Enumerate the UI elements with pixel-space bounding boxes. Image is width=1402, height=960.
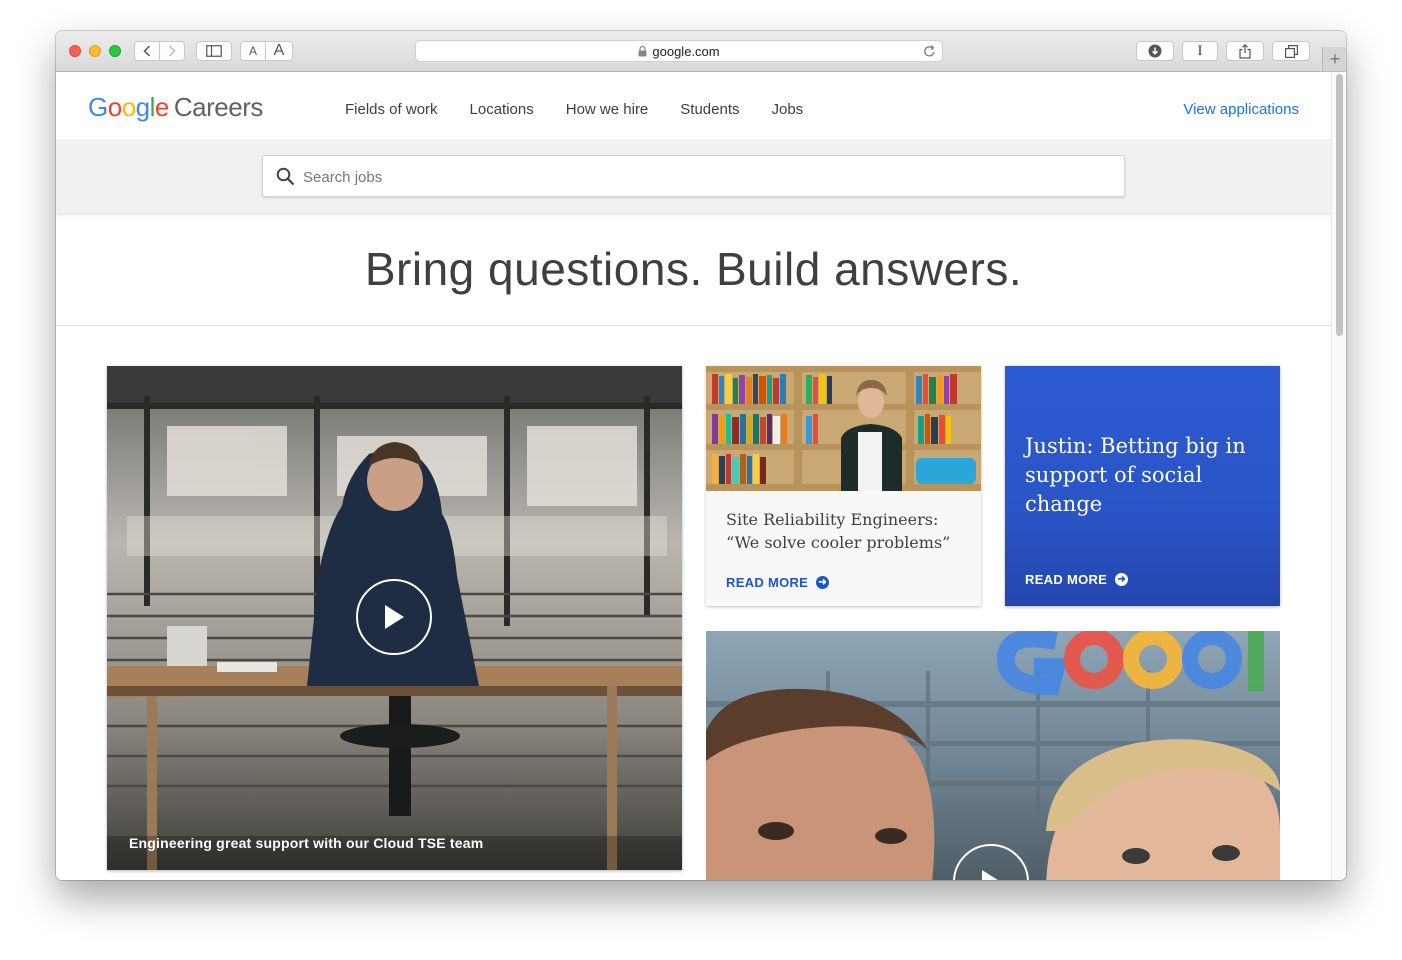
search-box[interactable] bbox=[262, 155, 1125, 198]
google-wordmark: Google bbox=[88, 92, 169, 122]
plus-icon: + bbox=[1329, 48, 1341, 69]
back-button[interactable] bbox=[134, 41, 160, 61]
video-caption: Engineering great support with our Cloud… bbox=[129, 835, 484, 851]
nav-locations[interactable]: Locations bbox=[470, 101, 534, 118]
justin-story-card[interactable]: Justin: Betting big in support of social… bbox=[1005, 366, 1280, 606]
search-icon bbox=[276, 167, 295, 186]
sre-read-more-label: READ MORE bbox=[726, 575, 809, 590]
main-nav: Fields of work Locations How we hire Stu… bbox=[345, 101, 835, 118]
share-icon bbox=[1239, 43, 1251, 59]
selfie-video-thumbnail bbox=[706, 631, 1280, 880]
sidebar-icon bbox=[206, 45, 222, 57]
sre-photo bbox=[706, 366, 981, 491]
arrow-circle-right-icon: ➜ bbox=[816, 576, 830, 589]
justin-read-more-label: READ MORE bbox=[1025, 572, 1108, 587]
scrollbar-thumb[interactable] bbox=[1336, 74, 1343, 336]
page-scrollbar[interactable] bbox=[1331, 72, 1346, 880]
search-band bbox=[56, 139, 1331, 213]
close-window-button[interactable] bbox=[69, 45, 81, 57]
browser-toolbar: A A google.com I bbox=[56, 31, 1346, 72]
sre-title: Site Reliability Engineers: “We solve co… bbox=[726, 510, 951, 552]
share-button[interactable] bbox=[1226, 41, 1264, 61]
reload-icon[interactable] bbox=[923, 45, 936, 58]
text-smaller-button[interactable]: A bbox=[240, 41, 266, 61]
play-icon bbox=[385, 605, 404, 629]
nav-jobs[interactable]: Jobs bbox=[772, 101, 804, 118]
google-careers-logo[interactable]: Google Careers bbox=[88, 92, 263, 123]
reader-button[interactable]: I bbox=[1182, 41, 1218, 61]
new-tab-button[interactable]: + bbox=[1322, 47, 1346, 71]
play-button[interactable] bbox=[356, 579, 432, 655]
justin-read-more[interactable]: READ MORE ➜ bbox=[1025, 572, 1129, 587]
justin-title: Justin: Betting big in support of social… bbox=[1025, 434, 1246, 516]
download-icon bbox=[1148, 44, 1162, 58]
address-bar[interactable]: google.com bbox=[415, 40, 943, 62]
video-card-cloud-tse[interactable]: Engineering great support with our Cloud… bbox=[107, 366, 682, 870]
bookshelf-photo bbox=[706, 366, 981, 491]
minimize-window-button[interactable] bbox=[89, 45, 101, 57]
site-header: Google Careers Fields of work Locations … bbox=[56, 72, 1331, 139]
forward-chevron-icon bbox=[168, 45, 176, 57]
hero-title: Bring questions. Build answers. bbox=[364, 243, 1023, 295]
sre-read-more[interactable]: READ MORE ➜ bbox=[726, 575, 830, 590]
reader-icon: I bbox=[1197, 42, 1203, 59]
url-text: google.com bbox=[652, 43, 720, 59]
small-a-glyph: A bbox=[248, 44, 257, 58]
search-input[interactable] bbox=[301, 156, 1105, 198]
big-a-glyph: A bbox=[273, 42, 285, 59]
nav-students[interactable]: Students bbox=[680, 101, 739, 118]
nav-how-we-hire[interactable]: How we hire bbox=[566, 101, 649, 118]
view-applications-link[interactable]: View applications bbox=[1183, 101, 1299, 118]
play-icon bbox=[982, 870, 998, 880]
tabs-overview-button[interactable] bbox=[1272, 41, 1310, 61]
sre-story-card[interactable]: Site Reliability Engineers: “We solve co… bbox=[706, 366, 981, 606]
lock-icon bbox=[638, 45, 647, 56]
arrow-circle-right-icon: ➜ bbox=[1115, 573, 1129, 586]
tabs-icon bbox=[1284, 44, 1298, 58]
zoom-window-button[interactable] bbox=[109, 45, 121, 57]
nav-fields-of-work[interactable]: Fields of work bbox=[345, 101, 438, 118]
sidebar-button[interactable] bbox=[196, 41, 232, 61]
careers-wordmark: Careers bbox=[173, 92, 263, 122]
text-bigger-button[interactable]: A bbox=[265, 41, 293, 61]
back-chevron-icon bbox=[143, 45, 151, 57]
browser-window: A A google.com I + Google Careers Fields… bbox=[56, 31, 1346, 880]
selfie-video-card[interactable] bbox=[706, 631, 1280, 880]
downloads-button[interactable] bbox=[1136, 41, 1174, 61]
hero-section: Bring questions. Build answers. bbox=[56, 214, 1331, 326]
page-viewport: Google Careers Fields of work Locations … bbox=[56, 72, 1331, 880]
forward-button[interactable] bbox=[159, 41, 185, 61]
